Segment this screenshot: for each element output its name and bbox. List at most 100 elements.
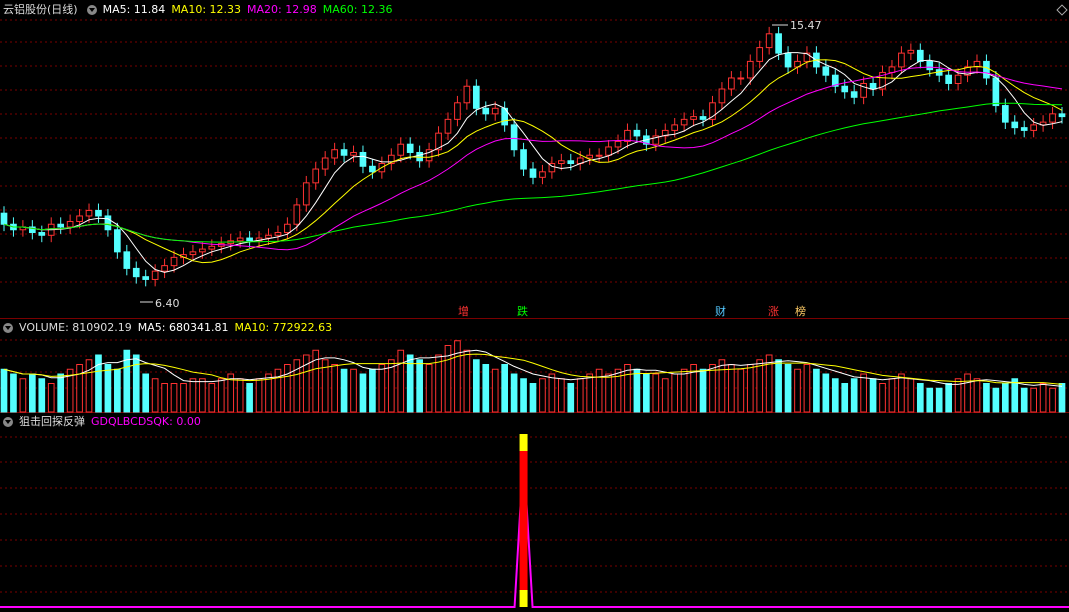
candle-body [1058, 113, 1066, 118]
volume-bar [576, 378, 584, 413]
candle-body [737, 77, 745, 80]
candle-body [888, 66, 896, 73]
candle-body [945, 74, 952, 84]
volume-bar [416, 359, 423, 413]
kline-chart[interactable] [0, 0, 1069, 612]
candle-body [359, 151, 367, 167]
volume-bar [284, 364, 291, 413]
candle-body [784, 52, 792, 68]
volume-bar [898, 373, 905, 413]
volume-bar [746, 364, 754, 413]
candle-body [142, 276, 150, 280]
candle-body [265, 234, 272, 239]
volume-bar [76, 364, 83, 413]
candle-body [293, 204, 301, 225]
volume-bar [29, 373, 36, 413]
indicator-line [0, 453, 1069, 608]
candle-body [765, 33, 773, 49]
volume-bar [19, 378, 27, 413]
candle-body [1001, 105, 1009, 123]
candle-body [510, 124, 518, 151]
volume-bar [850, 378, 858, 413]
volume-bar [860, 373, 867, 413]
volume-bar [784, 364, 792, 413]
candle-body [718, 88, 726, 104]
candle-body [0, 212, 8, 225]
candle-body [85, 209, 93, 217]
candle-body [624, 129, 631, 142]
volume-bar [643, 373, 650, 413]
candle-body [369, 165, 376, 173]
volume-bar [397, 349, 405, 413]
candle-body [482, 107, 490, 115]
volume-bar [831, 378, 839, 413]
volume-bar [180, 383, 187, 413]
volume-bar [359, 373, 367, 413]
volume-bar [661, 378, 669, 413]
candle-body [454, 102, 461, 120]
candle-body [954, 74, 962, 84]
volume-bar [331, 364, 338, 413]
candle-body [95, 209, 102, 217]
volume-bar [142, 373, 150, 413]
candle-body [312, 168, 320, 184]
candle-body [1011, 121, 1019, 129]
candle-body [520, 149, 527, 170]
volume-bar [973, 378, 981, 413]
ma10-line [3, 59, 1063, 264]
volume-bar [926, 387, 934, 413]
candle-body [321, 157, 329, 170]
volume-bar [671, 373, 679, 413]
volume-bar [728, 364, 735, 413]
volume-bar [47, 383, 55, 413]
volume-bar [274, 368, 282, 413]
volume-bar [737, 368, 745, 413]
volume-bar [38, 378, 46, 413]
volume-bar [794, 368, 801, 413]
volume-bar [10, 373, 17, 413]
volume-bar [0, 368, 8, 413]
candle-body [189, 251, 197, 256]
candle-body [66, 220, 74, 228]
volume-bar [217, 378, 225, 413]
candle-body [869, 82, 877, 90]
ma20-line [3, 66, 1063, 251]
volume-bar [633, 368, 641, 413]
volume-bar [189, 378, 197, 413]
candle-body [444, 118, 452, 134]
volume-bar [529, 383, 537, 413]
volume-bar [501, 364, 508, 413]
volume-bar [605, 373, 612, 413]
candle-body [340, 149, 348, 156]
volume-bar [983, 383, 990, 413]
volume-bar [208, 383, 216, 413]
volume-bar [869, 378, 877, 413]
signal-bar [519, 451, 528, 590]
volume-bar [104, 364, 112, 413]
volume-bar [57, 373, 65, 413]
candle-body [132, 267, 140, 278]
volume-bar [350, 368, 357, 413]
candle-body [123, 251, 131, 269]
volume-bar [340, 368, 348, 413]
candle-body [472, 85, 480, 109]
volume-bar [114, 368, 121, 413]
candle-body [397, 143, 405, 156]
candle-body [463, 85, 471, 104]
volume-bar [916, 383, 924, 413]
volume-bar [170, 383, 178, 413]
volume-bar [85, 359, 93, 413]
candle-body [775, 33, 782, 54]
candle-body [151, 270, 159, 280]
volume-bar [680, 368, 688, 413]
candle-body [57, 223, 65, 228]
volume-bar [255, 378, 263, 413]
candle-body [558, 160, 565, 165]
candle-body [803, 52, 811, 62]
candle-body [699, 116, 707, 120]
candle-body [992, 77, 1000, 107]
candle-body [350, 151, 357, 156]
candle-body [860, 82, 867, 98]
volume-bar [1049, 387, 1056, 413]
candle-body [841, 85, 849, 93]
